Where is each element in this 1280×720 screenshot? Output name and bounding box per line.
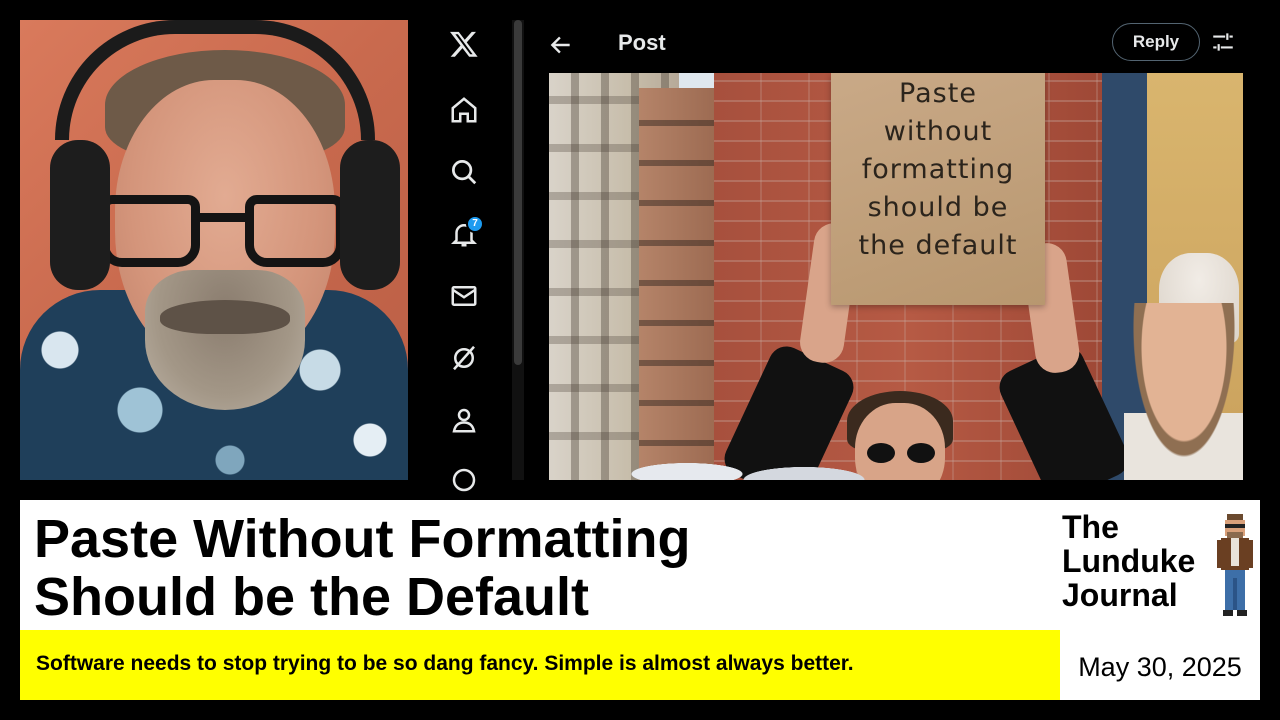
sidebar-scrollbar[interactable] <box>512 20 524 480</box>
notifications-bell-icon[interactable]: 7 <box>444 214 484 254</box>
subtitle-bar: Software needs to stop trying to be so d… <box>20 630 1060 700</box>
reply-button[interactable]: Reply <box>1112 23 1200 61</box>
date-box: May 30, 2025 <box>1060 630 1260 700</box>
more-icon[interactable] <box>444 460 484 500</box>
sign-text: Paste without formatting should be the d… <box>858 78 1018 261</box>
notification-badge: 7 <box>466 215 484 233</box>
post-title: Post <box>618 30 666 55</box>
post-header: Post Reply <box>530 20 1260 72</box>
publish-date: May 30, 2025 <box>1078 652 1242 682</box>
profile-icon[interactable] <box>444 400 484 440</box>
video-subtitle: Software needs to stop trying to be so d… <box>36 652 854 675</box>
scrollbar-thumb[interactable] <box>514 20 522 365</box>
back-arrow-icon[interactable] <box>548 32 574 58</box>
search-icon[interactable] <box>444 152 484 192</box>
grok-icon[interactable] <box>444 338 484 378</box>
post-image[interactable]: Paste without formatting should be the d… <box>549 73 1243 480</box>
cardboard-sign: Paste without formatting should be the d… <box>831 73 1045 305</box>
x-sidebar-nav: 7 <box>418 20 510 492</box>
settings-sliders-icon[interactable] <box>1210 29 1236 55</box>
pixel-mascot-icon <box>1217 514 1253 616</box>
mail-icon[interactable] <box>444 276 484 316</box>
webcam-feed <box>20 20 408 480</box>
eyeglasses <box>100 195 350 275</box>
brand-logo-text: The Lunduke Journal <box>1062 509 1196 613</box>
sunglasses <box>867 443 937 463</box>
post-panel: Post Reply Paste without formatting shou… <box>530 20 1260 480</box>
x-logo-icon[interactable] <box>444 24 484 64</box>
title-banner: Paste Without Formatting Should be the D… <box>20 500 1260 630</box>
home-icon[interactable] <box>444 90 484 130</box>
video-headline: Paste Without Formatting Should be the D… <box>34 509 691 627</box>
